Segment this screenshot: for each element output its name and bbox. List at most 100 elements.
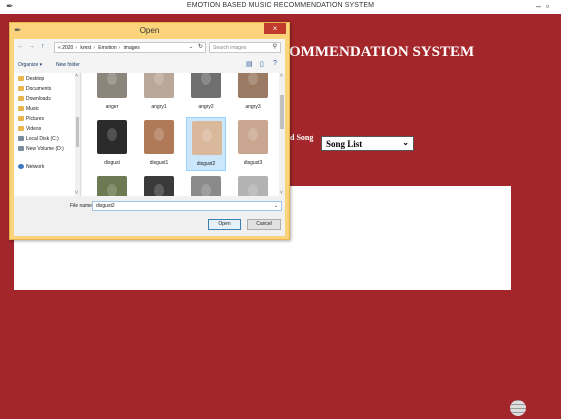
file-name-value: disgust2 [96, 203, 115, 209]
refresh-icon[interactable]: ↻ [198, 43, 203, 50]
address-bar[interactable]: « 2020 › krest › Emotion › images ⌄ ↻ [54, 42, 206, 53]
image-thumbnail [144, 176, 174, 196]
folder-icon [18, 76, 24, 82]
back-button[interactable]: ← [17, 43, 24, 50]
new-folder-button[interactable]: New folder [56, 62, 80, 68]
sidebar-item-new-volume[interactable]: New Volume (D:) [18, 146, 64, 154]
chevron-down-icon[interactable]: ⌄ [274, 203, 278, 209]
scroll-down-icon[interactable]: ˅ [280, 190, 283, 196]
view-options-icon[interactable]: ▤ [246, 60, 253, 68]
file-name: angry2 [198, 104, 214, 110]
scroll-down-icon[interactable]: ˅ [75, 190, 78, 196]
scrollbar-thumb[interactable] [76, 117, 79, 147]
dialog-body: ← → ↑ « 2020 › krest › Emotion › images ⌄ ↻… [14, 39, 285, 236]
file-grid-scrollbar[interactable]: ˄ ˅ [279, 73, 285, 196]
song-list-select[interactable]: Song List ⌄ [321, 136, 414, 151]
file-tile[interactable]: disgust3 [233, 117, 273, 171]
drive-icon [18, 146, 24, 152]
chevron-down-icon: ⌄ [402, 138, 409, 147]
image-thumbnail [238, 73, 268, 98]
sidebar-item-desktop[interactable]: Desktop [18, 76, 44, 84]
window-title-bar: ✒ EMOTION BASED MUSIC RECOMMENDATION SYS… [0, 0, 561, 14]
dialog-title-bar: ✒ Open × [10, 23, 289, 39]
folder-icon [18, 86, 24, 92]
file-tile[interactable]: angry1 [139, 73, 179, 115]
navigation-pane: Desktop Documents Downloads Music Pictur… [14, 73, 81, 196]
chevron-down-icon[interactable]: ⌄ [189, 44, 193, 50]
breadcrumb-2[interactable]: Emotion [98, 45, 116, 51]
file-tile[interactable] [186, 173, 226, 196]
folder-icon [18, 106, 24, 112]
dialog-title: Open [139, 26, 160, 35]
forward-button[interactable]: → [28, 43, 35, 50]
dialog-toolbar: Organize ▾ New folder ▤ ▯ ? [14, 58, 285, 71]
maximize-button[interactable]: ▫ [546, 1, 549, 11]
image-thumbnail [144, 73, 174, 98]
song-list-value: Song List [326, 139, 363, 149]
dialog-footer: File name: disgust2 ⌄ Open Cancel [14, 197, 285, 236]
image-thumbnail [191, 176, 221, 196]
open-button[interactable]: Open [208, 219, 241, 230]
file-name: disgust2 [196, 161, 216, 167]
sidebar-item-pictures[interactable]: Pictures [18, 116, 44, 124]
search-input[interactable]: Search images ⚲ [209, 42, 281, 53]
file-tile[interactable] [139, 173, 179, 196]
sidebar-scrollbar[interactable]: ˄ ˅ [75, 73, 80, 196]
globe-icon [510, 400, 526, 416]
sidebar-item-videos[interactable]: Videos [18, 126, 41, 134]
image-thumbnail [191, 73, 221, 98]
file-name-label: File name: [70, 203, 94, 209]
help-icon[interactable]: ? [273, 60, 277, 67]
sidebar-item-local-disk[interactable]: Local Disk (C:) [18, 136, 59, 144]
scroll-up-icon[interactable]: ˄ [280, 73, 283, 79]
drive-icon [18, 136, 24, 142]
cancel-button[interactable]: Cancel [247, 219, 281, 230]
image-thumbnail [97, 73, 127, 98]
file-tile[interactable]: disgust [92, 117, 132, 171]
network-icon [18, 164, 24, 170]
dialog-close-button[interactable]: × [264, 23, 286, 34]
minimize-button[interactable]: – [536, 1, 541, 11]
breadcrumb-3[interactable]: images [124, 45, 140, 51]
sidebar-item-music[interactable]: Music [18, 106, 39, 114]
file-tile[interactable]: anger [92, 73, 132, 115]
up-button[interactable]: ↑ [41, 43, 45, 50]
sidebar-item-downloads[interactable]: Downloads [18, 96, 51, 104]
file-tile[interactable]: angry3 [233, 73, 273, 115]
image-thumbnail [97, 120, 127, 154]
organize-button[interactable]: Organize ▾ [18, 62, 42, 68]
file-name: anger [105, 104, 119, 110]
file-name-input[interactable]: disgust2 ⌄ [92, 201, 282, 211]
window-title: EMOTION BASED MUSIC RECOMMENDATION SYSTE… [186, 2, 375, 9]
open-file-dialog: ✒ Open × ← → ↑ « 2020 › krest › Emotion › i… [9, 22, 290, 240]
file-tile[interactable] [233, 173, 273, 196]
folder-icon [18, 116, 24, 122]
breadcrumb-0[interactable]: « 2020 [58, 45, 73, 51]
breadcrumb-1[interactable]: krest [80, 45, 91, 51]
file-tile[interactable]: disgust1 [139, 117, 179, 171]
navigation-bar: ← → ↑ « 2020 › krest › Emotion › images ⌄ ↻… [14, 39, 285, 57]
preview-pane-icon[interactable]: ▯ [260, 60, 264, 68]
folder-icon [18, 126, 24, 132]
sidebar-item-network[interactable]: Network [18, 164, 44, 172]
file-grid: disgust3 disgust2 disgust1 disgust angry3 ang… [82, 73, 285, 196]
folder-icon [18, 96, 24, 102]
file-tile[interactable]: angry2 [186, 73, 226, 115]
search-placeholder: Search images [213, 45, 247, 51]
file-tile[interactable] [92, 173, 132, 196]
search-icon[interactable]: ⚲ [273, 43, 277, 50]
file-name: disgust [104, 160, 120, 166]
file-name: disgust3 [243, 160, 263, 166]
app-heading: OMMENDATION SYSTEM [289, 44, 475, 60]
image-thumbnail [238, 120, 268, 154]
image-thumbnail [97, 176, 127, 196]
song-label: d Song [290, 133, 314, 142]
file-tile[interactable]: disgust2 [186, 117, 226, 171]
file-name: angry3 [245, 104, 261, 110]
image-thumbnail [192, 121, 222, 155]
scrollbar-thumb[interactable] [280, 95, 284, 129]
sidebar-item-documents[interactable]: Documents [18, 86, 51, 94]
file-name: disgust1 [149, 160, 169, 166]
image-thumbnail [144, 120, 174, 154]
scroll-up-icon[interactable]: ˄ [75, 73, 78, 79]
